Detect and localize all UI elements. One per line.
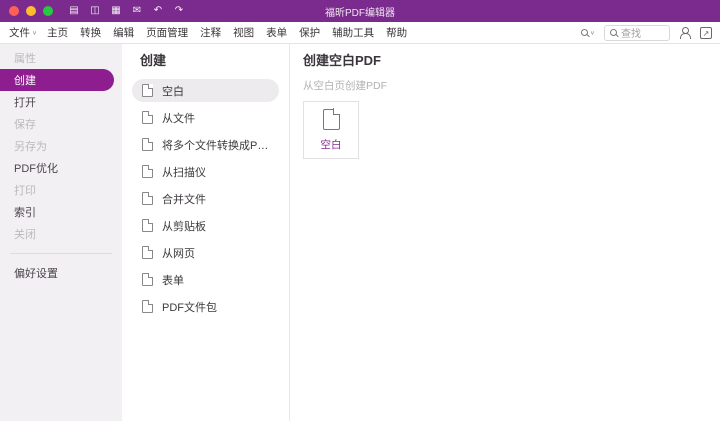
menu-item[interactable]: 转换 — [75, 22, 108, 43]
create-option[interactable]: 空白 — [132, 79, 279, 102]
search-input[interactable]: 查找 — [604, 24, 670, 41]
from-file-icon — [142, 111, 153, 124]
titlebar: ▤ ◫ ▦ ✉ ↶ ↷ 福昕PDF编辑器 — [0, 0, 720, 22]
blank-doc-icon — [142, 84, 153, 97]
close-button[interactable] — [9, 6, 19, 16]
magnifier-icon — [580, 29, 588, 36]
blank-pdf-card[interactable]: 空白 — [303, 101, 359, 159]
form-icon — [142, 273, 153, 286]
search-placeholder: 查找 — [621, 29, 641, 40]
quick-access-toolbar: ▤ ◫ ▦ ✉ ↶ ↷ — [67, 4, 186, 18]
menubar: 文件 ∨ 主页 转换 编辑 页面管理 注释 视图 表单 保护 辅助工具 帮助 ∨… — [0, 22, 720, 44]
create-option[interactable]: PDF文件包 — [132, 295, 279, 318]
menu-item[interactable]: 主页 — [42, 22, 75, 43]
chevron-down-icon: ∨ — [32, 30, 38, 36]
chevron-down-icon: ∨ — [589, 30, 595, 36]
detail-subtitle: 从空白页创建PDF — [303, 80, 387, 92]
menu-item[interactable]: 注释 — [195, 22, 228, 43]
search-icon — [610, 29, 617, 36]
sidebar-item[interactable]: 关闭 — [0, 223, 122, 245]
menubar-right-cluster: ∨ 查找 — [580, 24, 712, 41]
scanner-icon — [142, 165, 153, 178]
menu-item[interactable]: 文件 ∨ — [4, 22, 42, 43]
window-controls — [9, 6, 53, 16]
print-icon[interactable]: ▦ — [109, 4, 123, 18]
minimize-button[interactable] — [26, 6, 36, 16]
menu-item[interactable]: 帮助 — [381, 22, 414, 43]
create-option[interactable]: 从网页 — [132, 241, 279, 264]
webpage-icon — [142, 246, 153, 259]
sidebar-item[interactable]: 保存 — [0, 113, 122, 135]
panel-icon[interactable]: ▤ — [67, 4, 81, 18]
create-option[interactable]: 合并文件 — [132, 187, 279, 210]
sidebar-item[interactable]: PDF优化 — [0, 157, 122, 179]
menu-item[interactable]: 视图 — [228, 22, 261, 43]
pdf-package-icon — [142, 300, 153, 313]
save-icon[interactable]: ◫ — [88, 4, 102, 18]
combine-files-icon — [142, 192, 153, 205]
sidebar-divider — [10, 253, 112, 254]
create-blank-pdf-panel: 创建空白PDF 从空白页创建PDF 空白 — [291, 44, 720, 421]
clipboard-icon — [142, 219, 153, 232]
sidebar-item[interactable]: 打开 — [0, 91, 122, 113]
create-option[interactable]: 从扫描仪 — [132, 160, 279, 183]
create-option[interactable]: 从剪贴板 — [132, 214, 279, 237]
menu-item[interactable]: 编辑 — [108, 22, 141, 43]
create-option[interactable]: 将多个文件转换成PDF — [132, 133, 279, 156]
create-panel-title: 创建 — [140, 53, 167, 68]
menu-item[interactable]: 保护 — [294, 22, 327, 43]
sidebar-items: 属性 创建 打开 保存 另存为 PDF优化 打印 索引 关闭 — [0, 47, 122, 245]
file-backstage-sidebar: 属性 创建 打开 保存 另存为 PDF优化 打印 索引 关闭 偏好设置 — [0, 44, 122, 421]
redo-icon[interactable]: ↷ — [172, 4, 186, 18]
sidebar-item[interactable]: 打印 — [0, 179, 122, 201]
menu-items: 文件 ∨ 主页 转换 编辑 页面管理 注释 视图 表单 保护 辅助工具 帮助 — [4, 22, 414, 43]
email-icon[interactable]: ✉ — [130, 4, 144, 18]
sidebar-item[interactable]: 创建 — [0, 69, 114, 91]
share-icon[interactable] — [700, 26, 712, 39]
fullscreen-button[interactable] — [43, 6, 53, 16]
sidebar-item[interactable]: 属性 — [0, 47, 122, 69]
sidebar-item[interactable]: 另存为 — [0, 135, 122, 157]
blank-card-label: 空白 — [320, 138, 342, 151]
sidebar-item-preferences[interactable]: 偏好设置 — [0, 262, 122, 284]
sidebar-item[interactable]: 索引 — [0, 201, 122, 223]
menu-item[interactable]: 辅助工具 — [327, 22, 381, 43]
blank-doc-icon — [322, 108, 340, 130]
account-icon[interactable] — [679, 26, 691, 39]
create-options-panel: 创建 空白 从文件 将多个文件转换成PDF 从扫描仪 合并文件 从剪贴板 从网页… — [122, 44, 290, 421]
detail-title: 创建空白PDF — [303, 53, 382, 68]
menu-item[interactable]: 页面管理 — [141, 22, 195, 43]
create-options-list: 空白 从文件 将多个文件转换成PDF 从扫描仪 合并文件 从剪贴板 从网页 表单… — [122, 79, 289, 318]
menu-item[interactable]: 表单 — [261, 22, 294, 43]
create-option[interactable]: 从文件 — [132, 106, 279, 129]
create-option[interactable]: 表单 — [132, 268, 279, 291]
search-options-button[interactable]: ∨ — [580, 29, 595, 37]
multi-files-icon — [142, 138, 153, 151]
undo-icon[interactable]: ↶ — [151, 4, 165, 18]
